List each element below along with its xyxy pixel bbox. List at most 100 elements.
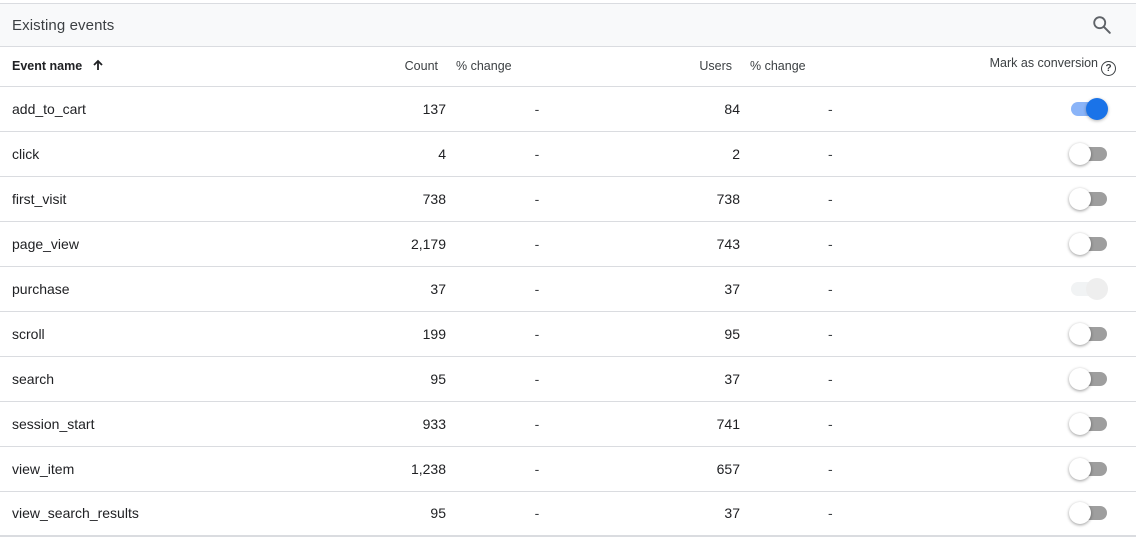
column-header-mark-as-conversion: Mark as conversion?	[940, 47, 1136, 87]
users-change-cell: -	[740, 356, 940, 402]
users-change-cell: -	[740, 446, 940, 492]
event-name-cell[interactable]: add_to_cart	[0, 86, 330, 132]
search-button[interactable]	[1090, 13, 1114, 37]
count-cell: 95	[330, 491, 446, 537]
table-row: view_item 1,238 - 657 -	[0, 446, 1136, 492]
table-row: page_view 2,179 - 743 -	[0, 221, 1136, 267]
mark-as-conversion-toggle[interactable]	[1069, 367, 1107, 390]
conversion-cell	[940, 356, 1136, 402]
event-name-label: Event name	[12, 58, 83, 73]
users-pct-change-label: % change	[750, 59, 806, 74]
event-name-cell[interactable]: page_view	[0, 221, 330, 267]
event-name-cell[interactable]: purchase	[0, 266, 330, 312]
conversion-cell	[940, 221, 1136, 267]
event-name-cell[interactable]: scroll	[0, 311, 330, 357]
toggle-thumb	[1069, 502, 1091, 525]
event-name-cell[interactable]: search	[0, 356, 330, 402]
users-cell: 741	[628, 401, 740, 447]
card-title: Existing events	[12, 16, 115, 34]
toggle-thumb	[1069, 457, 1091, 480]
count-cell: 137	[330, 86, 446, 132]
mark-as-conversion-toggle	[1069, 277, 1108, 300]
event-name-cell[interactable]: session_start	[0, 401, 330, 447]
mark-as-conversion-toggle[interactable]	[1069, 457, 1107, 480]
users-change-cell: -	[740, 491, 940, 537]
users-change-cell: -	[740, 401, 940, 447]
toggle-thumb	[1069, 367, 1091, 390]
column-header-count-pct-change: % change	[446, 47, 628, 87]
mark-as-conversion-toggle[interactable]	[1069, 322, 1107, 345]
users-cell: 37	[628, 266, 740, 312]
table-row: add_to_cart 137 - 84 -	[0, 86, 1136, 132]
mark-as-conversion-toggle[interactable]	[1069, 502, 1107, 525]
column-header-users[interactable]: Users	[628, 47, 740, 87]
count-change-cell: -	[446, 446, 628, 492]
users-change-cell: -	[740, 311, 940, 357]
count-change-cell: -	[446, 311, 628, 357]
conversion-cell	[940, 446, 1136, 492]
count-pct-change-label: % change	[456, 59, 512, 74]
mark-as-conversion-label: Mark as conversion	[989, 56, 1098, 71]
count-change-cell: -	[446, 176, 628, 222]
table-row: purchase 37 - 37 -	[0, 266, 1136, 312]
conversion-cell	[940, 131, 1136, 177]
users-cell: 37	[628, 491, 740, 537]
count-change-cell: -	[446, 401, 628, 447]
column-header-users-pct-change: % change	[740, 47, 940, 87]
count-change-cell: -	[446, 356, 628, 402]
users-cell: 95	[628, 311, 740, 357]
table-row: session_start 933 - 741 -	[0, 401, 1136, 447]
column-header-count[interactable]: Count	[330, 47, 446, 87]
existing-events-card: Existing events Event name Count % chang…	[0, 3, 1136, 537]
count-change-cell: -	[446, 86, 628, 132]
mark-as-conversion-toggle[interactable]	[1069, 232, 1107, 255]
users-change-cell: -	[740, 266, 940, 312]
mark-as-conversion-toggle[interactable]	[1069, 142, 1107, 165]
count-cell: 37	[330, 266, 446, 312]
users-cell: 37	[628, 356, 740, 402]
arrow-upward-icon	[92, 59, 104, 74]
card-header: Existing events	[0, 4, 1136, 47]
count-change-cell: -	[446, 221, 628, 267]
table-row: scroll 199 - 95 -	[0, 311, 1136, 357]
users-cell: 84	[628, 86, 740, 132]
mark-as-conversion-toggle[interactable]	[1069, 97, 1108, 120]
toggle-thumb	[1069, 412, 1091, 435]
search-icon	[1093, 16, 1111, 34]
mark-as-conversion-toggle[interactable]	[1069, 187, 1107, 210]
column-header-event-name[interactable]: Event name	[0, 47, 330, 87]
users-cell: 657	[628, 446, 740, 492]
mark-as-conversion-toggle[interactable]	[1069, 412, 1107, 435]
toggle-thumb	[1086, 97, 1108, 120]
count-cell: 199	[330, 311, 446, 357]
users-header-label: Users	[699, 59, 732, 74]
count-cell: 1,238	[330, 446, 446, 492]
users-cell: 743	[628, 221, 740, 267]
event-name-cell[interactable]: click	[0, 131, 330, 177]
count-header-label: Count	[404, 59, 438, 74]
users-change-cell: -	[740, 221, 940, 267]
count-cell: 2,179	[330, 221, 446, 267]
event-name-cell[interactable]: first_visit	[0, 176, 330, 222]
count-change-cell: -	[446, 266, 628, 312]
toggle-thumb	[1086, 277, 1108, 300]
event-name-cell[interactable]: view_search_results	[0, 491, 330, 537]
conversion-cell	[940, 311, 1136, 357]
users-cell: 738	[628, 176, 740, 222]
count-cell: 933	[330, 401, 446, 447]
table-row: click 4 - 2 -	[0, 131, 1136, 177]
table-row: first_visit 738 - 738 -	[0, 176, 1136, 222]
users-change-cell: -	[740, 86, 940, 132]
table-row: view_search_results 95 - 37 -	[0, 491, 1136, 537]
conversion-cell	[940, 86, 1136, 132]
conversion-cell	[940, 491, 1136, 537]
toggle-thumb	[1069, 322, 1091, 345]
conversion-cell	[940, 266, 1136, 312]
event-name-cell[interactable]: view_item	[0, 446, 330, 492]
table-row: search 95 - 37 -	[0, 356, 1136, 402]
help-icon[interactable]: ?	[1101, 61, 1116, 77]
count-cell: 4	[330, 131, 446, 177]
toggle-thumb	[1069, 142, 1091, 165]
conversion-cell	[940, 401, 1136, 447]
toggle-thumb	[1069, 187, 1091, 210]
